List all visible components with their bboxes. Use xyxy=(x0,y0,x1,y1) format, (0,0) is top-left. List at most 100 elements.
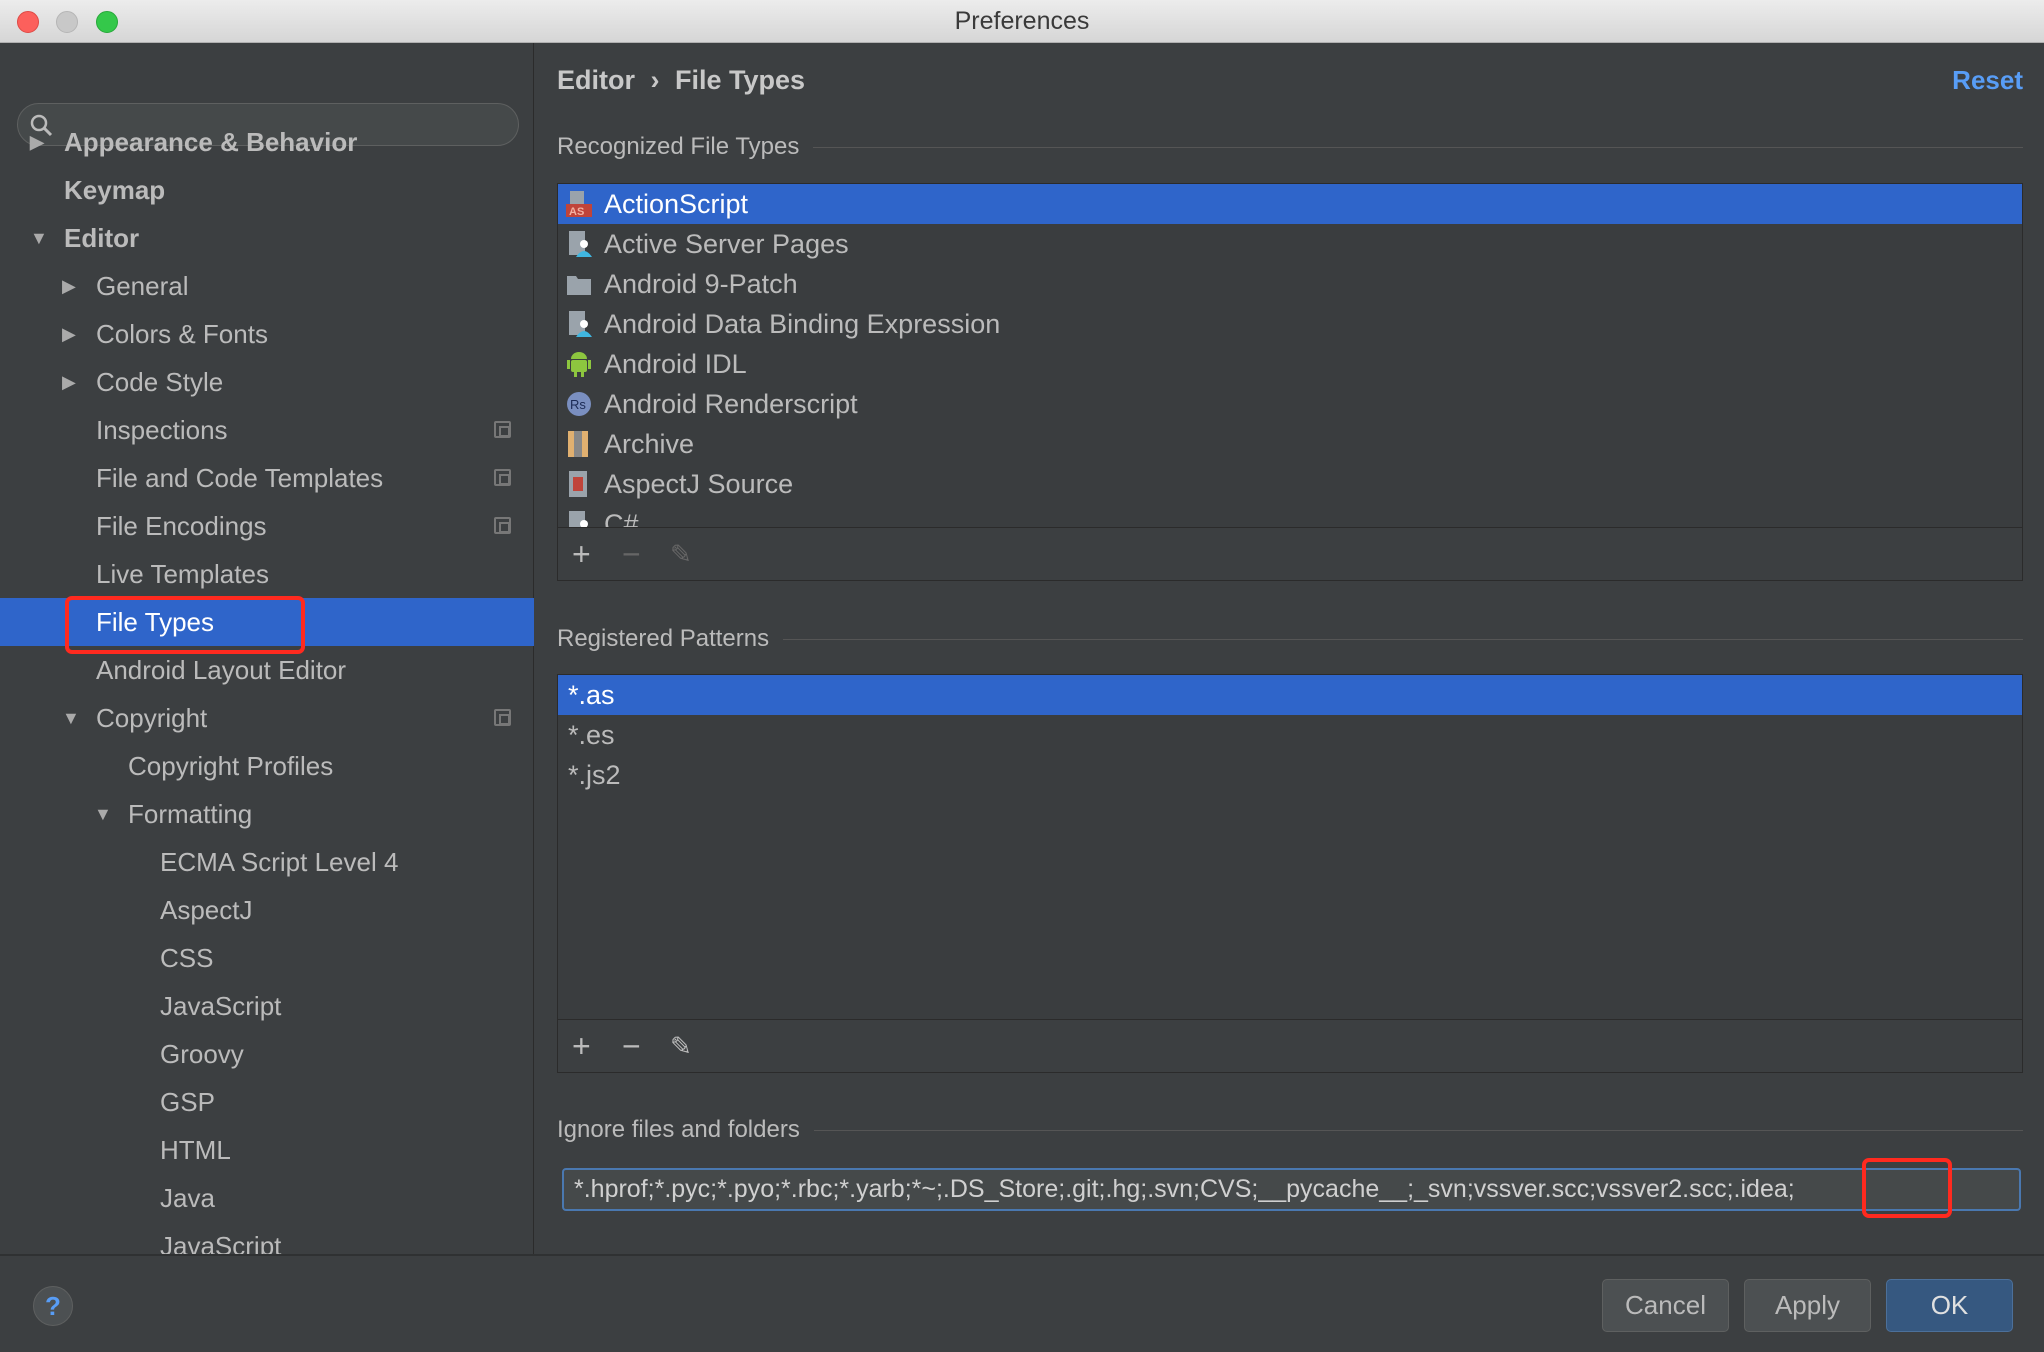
title-bar: Preferences xyxy=(0,0,2044,43)
sidebar-item-javascript[interactable]: JavaScript xyxy=(0,982,534,1030)
minimize-window-button[interactable] xyxy=(56,11,78,33)
sidebar-item-aspectj[interactable]: AspectJ xyxy=(0,886,534,934)
chevron-right-icon[interactable]: ▶ xyxy=(30,118,44,166)
edit-file-type-button[interactable]: ✎ xyxy=(670,538,692,570)
project-settings-icon xyxy=(494,709,511,726)
pattern-label: *.js2 xyxy=(568,760,621,790)
patterns-toolbar: + − ✎ xyxy=(558,1019,2022,1072)
sidebar-item-code-style[interactable]: ▶ Code Style xyxy=(0,358,534,406)
registered-patterns-header: Registered Patterns xyxy=(557,625,2023,653)
reset-link[interactable]: Reset xyxy=(1952,65,2023,96)
sidebar-item-html[interactable]: HTML xyxy=(0,1126,534,1174)
registered-patterns-list[interactable]: *.as *.es *.js2 + − ✎ xyxy=(557,674,2023,1073)
section-label: Recognized File Types xyxy=(557,133,800,160)
ok-button[interactable]: OK xyxy=(1886,1279,2013,1332)
window-title: Preferences xyxy=(954,7,1090,35)
sidebar-item-label: CSS xyxy=(160,943,214,973)
ignore-files-input[interactable]: *.hprof;*.pyc;*.pyo;*.rbc;*.yarb;*~;.DS_… xyxy=(562,1168,2021,1211)
file-type-row[interactable]: Android Data Binding Expression xyxy=(558,304,2022,344)
sidebar-item-copyright[interactable]: ▼ Copyright xyxy=(0,694,534,742)
sidebar-item-file-encodings[interactable]: File Encodings xyxy=(0,502,534,550)
dialog-footer: ? Cancel Apply OK xyxy=(0,1254,2044,1352)
file-type-row[interactable]: Android IDL xyxy=(558,344,2022,384)
file-type-label: Archive xyxy=(604,429,695,459)
sidebar-item-groovy[interactable]: Groovy xyxy=(0,1030,534,1078)
file-type-row[interactable]: Archive xyxy=(558,424,2022,464)
file-type-row[interactable]: Rs Android Renderscript xyxy=(558,384,2022,424)
file-type-row[interactable]: AspectJ Source xyxy=(558,464,2022,504)
edit-pattern-button[interactable]: ✎ xyxy=(670,1030,692,1062)
section-label: Registered Patterns xyxy=(557,625,770,652)
sidebar-item-file-and-code-templates[interactable]: File and Code Templates xyxy=(0,454,534,502)
ignore-files-header: Ignore files and folders xyxy=(557,1116,2023,1144)
chevron-down-icon[interactable]: ▼ xyxy=(62,694,80,742)
sidebar-item-label: Live Templates xyxy=(96,559,269,589)
sidebar-item-label: Groovy xyxy=(160,1039,244,1069)
recognized-file-types-list[interactable]: AS ActionScript Active Server Pages Android… xyxy=(557,183,2023,581)
archive-icon xyxy=(568,431,588,457)
chevron-right-icon[interactable]: ▶ xyxy=(62,358,76,406)
sidebar-item-colors-fonts[interactable]: ▶ Colors & Fonts xyxy=(0,310,534,358)
breadcrumb-separator: › xyxy=(650,65,660,95)
pattern-label: *.as xyxy=(568,680,615,710)
sidebar-item-label: Inspections xyxy=(96,415,228,445)
remove-pattern-button[interactable]: − xyxy=(622,1030,641,1062)
svg-text:Rs: Rs xyxy=(570,397,586,412)
sidebar-item-inspections[interactable]: Inspections xyxy=(0,406,534,454)
file-type-label: Android IDL xyxy=(604,349,747,379)
pattern-label: *.es xyxy=(568,720,615,750)
file-types-panel: Editor › File Types Reset Recognized Fil… xyxy=(535,43,2044,1254)
help-button[interactable]: ? xyxy=(33,1286,73,1326)
file-type-label: Android Data Binding Expression xyxy=(604,309,1001,339)
sidebar-item-label: Java xyxy=(160,1183,215,1213)
sidebar-item-label: Copyright Profiles xyxy=(128,751,334,781)
web-file-icon xyxy=(569,231,592,257)
close-window-button[interactable] xyxy=(17,11,39,33)
chevron-right-icon[interactable]: ▶ xyxy=(62,310,76,358)
breadcrumb-editor[interactable]: Editor xyxy=(557,65,635,95)
android-icon xyxy=(567,352,591,377)
sidebar-item-label: AspectJ xyxy=(160,895,253,925)
sidebar-item-copyright-profiles[interactable]: Copyright Profiles xyxy=(0,742,534,790)
recognized-file-types-header: Recognized File Types xyxy=(557,133,2023,161)
sidebar-item-label: General xyxy=(96,271,189,301)
sidebar-item-ecma-script-level-4[interactable]: ECMA Script Level 4 xyxy=(0,838,534,886)
sidebar-item-label: Keymap xyxy=(64,175,166,205)
add-file-type-button[interactable]: + xyxy=(572,538,591,570)
file-type-row[interactable]: Android 9-Patch xyxy=(558,264,2022,304)
file-type-row[interactable]: AS ActionScript xyxy=(558,184,2022,224)
sidebar-item-appearance-behavior[interactable]: ▶ Appearance & Behavior xyxy=(0,118,534,166)
sidebar-item-live-templates[interactable]: Live Templates xyxy=(0,550,534,598)
sidebar-item-label: Formatting xyxy=(128,799,253,829)
sidebar-item-css[interactable]: CSS xyxy=(0,934,534,982)
chevron-down-icon[interactable]: ▼ xyxy=(94,790,112,838)
apply-button[interactable]: Apply xyxy=(1744,1279,1871,1332)
sidebar-item-label: JavaScript xyxy=(160,991,282,1021)
chevron-right-icon[interactable]: ▶ xyxy=(62,262,76,310)
sidebar-item-general[interactable]: ▶ General xyxy=(0,262,534,310)
svg-text:AS: AS xyxy=(569,206,584,217)
file-type-label: Android Renderscript xyxy=(604,389,858,419)
pattern-row[interactable]: *.js2 xyxy=(558,755,2022,795)
section-label: Ignore files and folders xyxy=(557,1116,800,1143)
pattern-row[interactable]: *.es xyxy=(558,715,2022,755)
file-types-toolbar: + − ✎ xyxy=(558,527,2022,580)
sidebar-item-java[interactable]: Java xyxy=(0,1174,534,1222)
zoom-window-button[interactable] xyxy=(96,11,118,33)
file-type-row[interactable]: Active Server Pages xyxy=(558,224,2022,264)
sidebar-item-formatting[interactable]: ▼ Formatting xyxy=(0,790,534,838)
sidebar-item-editor[interactable]: ▼ Editor xyxy=(0,214,534,262)
sidebar-item-label: GSP xyxy=(160,1087,215,1117)
chevron-down-icon[interactable]: ▼ xyxy=(30,214,48,262)
sidebar-item-gsp[interactable]: GSP xyxy=(0,1078,534,1126)
breadcrumb-file-types: File Types xyxy=(675,65,806,95)
settings-sidebar: ▶ Appearance & Behavior Keymap ▼ Editor ▶ Gene… xyxy=(0,43,534,1261)
project-settings-icon xyxy=(494,421,511,438)
remove-file-type-button[interactable]: − xyxy=(622,538,641,570)
pattern-row[interactable]: *.as xyxy=(558,675,2022,715)
highlight-idea-entry xyxy=(1862,1158,1952,1218)
add-pattern-button[interactable]: + xyxy=(572,1030,591,1062)
file-type-label: ActionScript xyxy=(604,189,749,219)
sidebar-item-keymap[interactable]: Keymap xyxy=(0,166,534,214)
cancel-button[interactable]: Cancel xyxy=(1602,1279,1729,1332)
